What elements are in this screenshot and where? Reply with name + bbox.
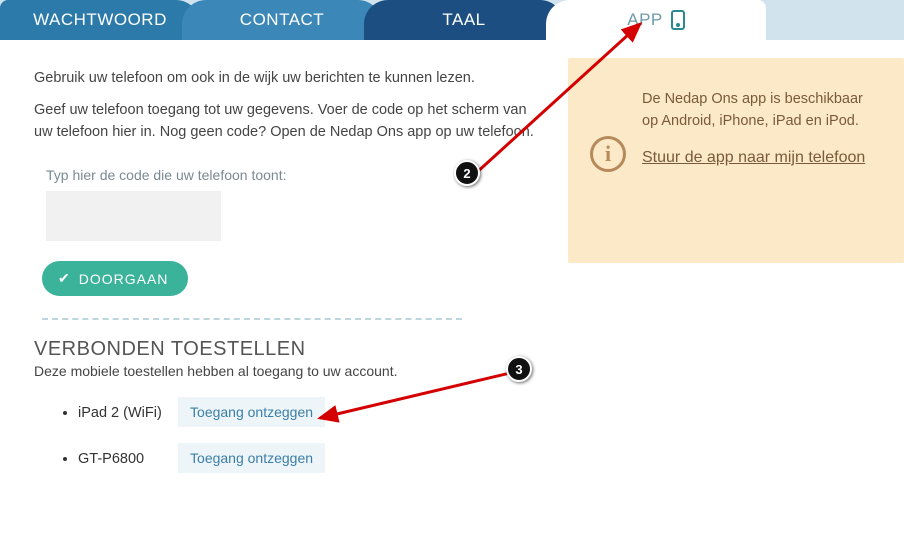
continue-button-label: DOORGAAN [79,271,169,287]
tab-app-label: APP [627,10,663,30]
continue-button[interactable]: ✔ DOORGAAN [42,261,188,296]
send-app-link[interactable]: Stuur de app naar mijn telefoon [642,149,865,167]
connected-devices-title: VERBONDEN TOESTELLEN [34,338,870,361]
info-panel-text: De Nedap Ons app is beschikbaar op Andro… [642,88,878,133]
app-tab-content: Gebruik uw telefoon om ook in de wijk uw… [0,40,904,539]
check-icon: ✔ [58,270,71,287]
section-divider [42,318,462,320]
info-icon: i [590,136,626,172]
phone-icon [671,10,685,30]
tab-wachtwoord[interactable]: WACHTWOORD [0,0,200,40]
device-name: iPad 2 (WiFi) [78,405,168,421]
annotation-badge-3: 3 [506,356,532,382]
tab-bar: WACHTWOORD CONTACT TAAL APP [0,0,904,40]
revoke-access-button[interactable]: Toegang ontzeggen [178,443,325,473]
code-input[interactable] [46,191,221,241]
device-name: GT-P6800 [78,451,168,467]
device-list: iPad 2 (WiFi) Toegang ontzeggen GT-P6800… [34,397,870,473]
list-item: iPad 2 (WiFi) Toegang ontzeggen [78,397,870,427]
tab-contact[interactable]: CONTACT [182,0,382,40]
revoke-access-button[interactable]: Toegang ontzeggen [178,397,325,427]
info-panel: i De Nedap Ons app is beschikbaar op And… [568,58,904,263]
annotation-badge-2: 2 [454,160,480,186]
intro-line-2: Geef uw telefoon toegang tot uw gegevens… [34,100,534,144]
connected-devices-subtitle: Deze mobiele toestellen hebben al toegan… [34,363,870,379]
tab-taal[interactable]: TAAL [364,0,564,40]
intro-line-1: Gebruik uw telefoon om ook in de wijk uw… [34,68,534,90]
list-item: GT-P6800 Toegang ontzeggen [78,443,870,473]
tab-app[interactable]: APP [546,0,766,40]
